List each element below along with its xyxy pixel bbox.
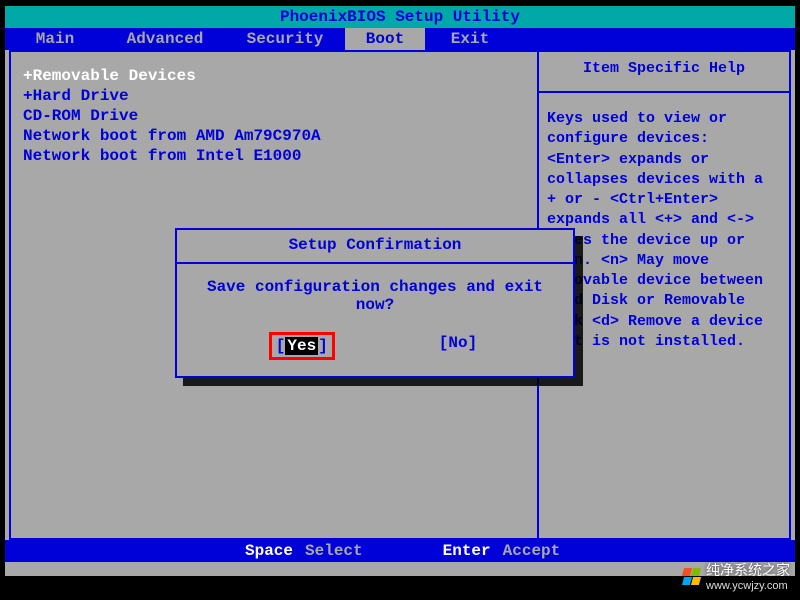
footer-label-accept: Accept [503, 542, 561, 560]
watermark-text: 纯净系统之家 [706, 560, 790, 580]
watermark-url: www.ycwjzy.com [706, 580, 790, 592]
footer-space: Space Select [245, 542, 363, 560]
dialog-message: Save configuration changes and exit now? [177, 264, 573, 324]
device-cdrom[interactable]: CD-ROM Drive [19, 106, 529, 126]
menu-security[interactable]: Security [225, 28, 345, 50]
help-body: Keys used to view or configure devices: … [539, 93, 789, 368]
footer-bar: Space Select Enter Accept [5, 540, 795, 562]
footer-enter: Enter Accept [443, 542, 561, 560]
help-title: Item Specific Help [539, 52, 789, 93]
footer-label-select: Select [305, 542, 363, 560]
confirmation-dialog: Setup Confirmation Save configuration ch… [175, 228, 575, 378]
yes-button[interactable]: [Yes] [269, 332, 335, 360]
windows-logo-icon [683, 568, 700, 585]
footer-key-space: Space [245, 542, 293, 560]
help-panel: Item Specific Help Keys used to view or … [539, 52, 789, 538]
no-button[interactable]: [No] [435, 332, 481, 360]
dialog-buttons: [Yes] [No] [177, 324, 573, 376]
watermark: 纯净系统之家 www.ycwjzy.com [683, 560, 790, 592]
device-net-amd[interactable]: Network boot from AMD Am79C970A [19, 126, 529, 146]
menu-main[interactable]: Main [5, 28, 105, 50]
dialog-title: Setup Confirmation [177, 230, 573, 264]
menu-bar: Main Advanced Security Boot Exit [5, 28, 795, 50]
menu-advanced[interactable]: Advanced [105, 28, 225, 50]
device-net-intel[interactable]: Network boot from Intel E1000 [19, 146, 529, 166]
device-hard-drive[interactable]: +Hard Drive [19, 86, 529, 106]
menu-boot[interactable]: Boot [345, 28, 425, 50]
menu-exit[interactable]: Exit [425, 28, 515, 50]
footer-key-enter: Enter [443, 542, 491, 560]
title-bar: PhoenixBIOS Setup Utility [5, 6, 795, 28]
device-removable[interactable]: +Removable Devices [19, 66, 529, 86]
